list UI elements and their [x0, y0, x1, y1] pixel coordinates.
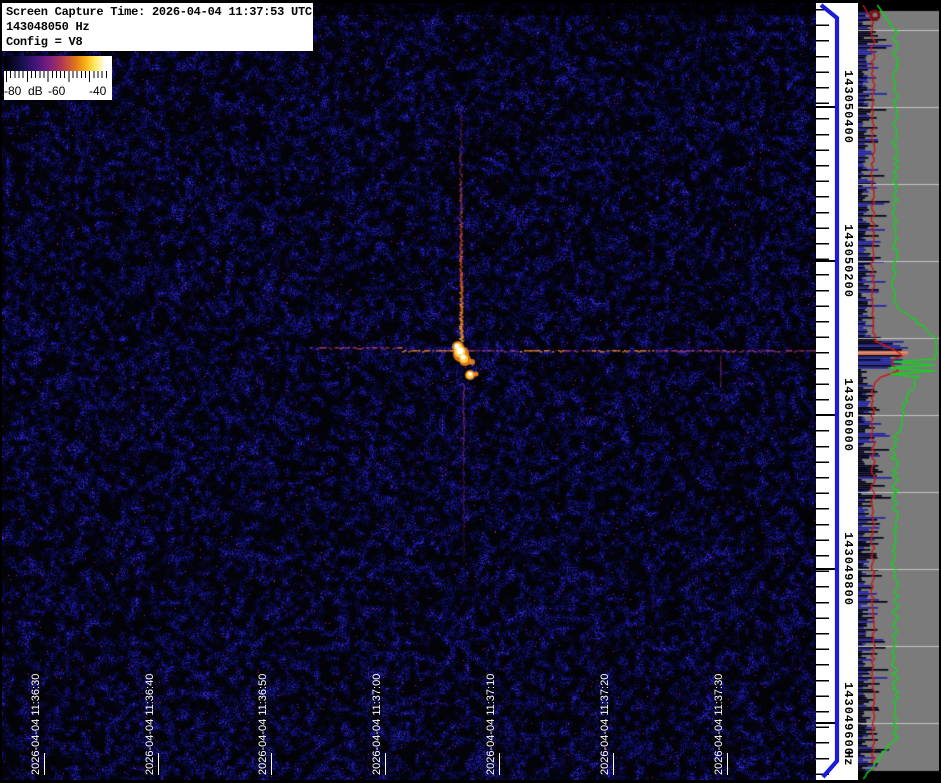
colorbar-scale: -80 dB -60 -40 [4, 71, 112, 100]
time-label-113720: 2026-04-04 11:37:20 [599, 673, 611, 775]
time-tick [499, 753, 500, 775]
time-tick [613, 753, 614, 775]
live-spectrum-panel [858, 3, 939, 780]
colorbar-minor-ticks [6, 71, 110, 78]
colorbar-label-40: -40 [89, 84, 107, 98]
capture-time-text: Screen Capture Time: 2026-04-04 11:37:53… [6, 5, 312, 19]
freq-unit-hz: Hz [841, 751, 855, 766]
time-label-113630: 2026-04-04 11:36:30 [30, 673, 42, 775]
time-label-113640: 2026-04-04 11:36:40 [144, 673, 156, 775]
time-label-113700: 2026-04-04 11:37:00 [371, 673, 383, 775]
time-tick [385, 753, 386, 775]
intensity-colorbar: -80 dB -60 -40 [4, 56, 112, 100]
freq-label-143049600: 143049600 [841, 682, 855, 756]
time-label-113730: 2026-04-04 11:37:30 [713, 673, 725, 775]
colorbar-gradient [4, 56, 112, 71]
freq-label-143050200: 143050200 [841, 224, 855, 298]
colorbar-label-80: -80 [4, 84, 22, 98]
spectrogram-waterfall [2, 3, 816, 780]
colorbar-unit-db: dB [28, 84, 43, 98]
config-text: Config = V8 [6, 35, 83, 49]
freq-label-143050000: 143050000 [841, 378, 855, 452]
frequency-ruler: 143050400 143050200 143050000 143049800 … [816, 3, 858, 780]
time-tick [271, 753, 272, 775]
freq-label-143049800: 143049800 [841, 532, 855, 606]
time-tick [727, 753, 728, 775]
time-label-113650: 2026-04-04 11:36:50 [257, 673, 269, 775]
receiver-frequency-text: 143048050 Hz [6, 20, 90, 34]
colorbar-label-60: -60 [48, 84, 66, 98]
freq-label-143050400: 143050400 [841, 70, 855, 144]
time-tick [158, 753, 159, 775]
time-label-113710: 2026-04-04 11:37:10 [485, 673, 497, 775]
time-tick [44, 753, 45, 775]
spectrogram-window: Screen Capture Time: 2026-04-04 11:37:53… [0, 0, 941, 783]
capture-info-box: Screen Capture Time: 2026-04-04 11:37:53… [2, 3, 313, 51]
